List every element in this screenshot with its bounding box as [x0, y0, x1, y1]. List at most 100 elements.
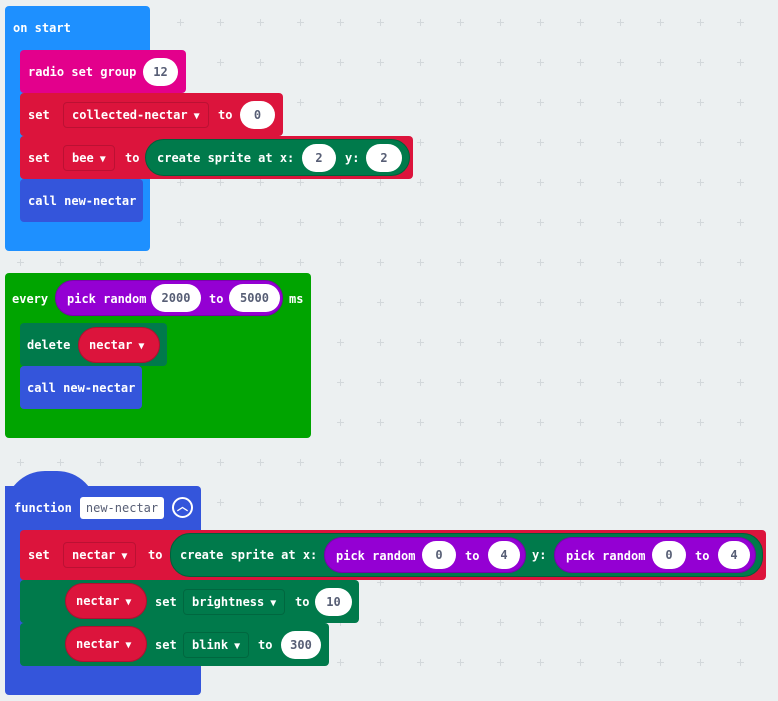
- grid-plus-icon: [337, 19, 344, 26]
- grid-plus-icon: [617, 459, 624, 466]
- grid-plus-icon: [97, 259, 104, 266]
- grid-plus-icon: [417, 299, 424, 306]
- x-max-input[interactable]: 4: [488, 541, 520, 569]
- grid-plus-icon: [577, 99, 584, 106]
- grid-plus-icon: [537, 419, 544, 426]
- pick-random-block[interactable]: pick random 2000 to 5000: [55, 280, 283, 316]
- grid-plus-icon: [377, 339, 384, 346]
- grid-plus-icon: [417, 659, 424, 666]
- grid-plus-icon: [297, 99, 304, 106]
- y-label: y:: [345, 151, 360, 165]
- grid-plus-icon: [297, 499, 304, 506]
- variable-dropdown[interactable]: nectar ▼: [63, 542, 137, 568]
- grid-plus-icon: [457, 299, 464, 306]
- variable-name: bee: [72, 151, 94, 165]
- grid-plus-icon: [577, 299, 584, 306]
- grid-plus-icon: [417, 259, 424, 266]
- nectar-variable-pill[interactable]: nectar ▼: [65, 626, 147, 662]
- grid-plus-icon: [257, 179, 264, 186]
- grid-plus-icon: [657, 379, 664, 386]
- grid-plus-icon: [537, 99, 544, 106]
- call-label: call new-nectar: [27, 381, 136, 395]
- grid-plus-icon: [457, 219, 464, 226]
- y-input[interactable]: 2: [366, 144, 402, 172]
- grid-plus-icon: [497, 339, 504, 346]
- grid-plus-icon: [537, 19, 544, 26]
- grid-plus-icon: [577, 659, 584, 666]
- grid-plus-icon: [537, 659, 544, 666]
- pick-random-y-block[interactable]: pick random 0 to 4: [554, 537, 756, 573]
- x-min-input[interactable]: 0: [422, 541, 456, 569]
- collapse-chevron-up-icon[interactable]: ︿: [172, 497, 193, 518]
- grid-plus-icon: [377, 659, 384, 666]
- variable-dropdown[interactable]: collected-nectar ▼: [63, 102, 209, 128]
- y-max-input[interactable]: 4: [718, 541, 750, 569]
- variable-dropdown[interactable]: bee ▼: [63, 145, 115, 171]
- grid-plus-icon: [377, 219, 384, 226]
- grid-plus-icon: [657, 499, 664, 506]
- grid-plus-icon: [617, 219, 624, 226]
- grid-plus-icon: [697, 219, 704, 226]
- nectar-variable-pill[interactable]: nectar ▼: [78, 327, 160, 363]
- grid-plus-icon: [497, 499, 504, 506]
- property-dropdown[interactable]: brightness ▼: [183, 589, 286, 615]
- grid-plus-icon: [657, 579, 664, 586]
- grid-plus-icon: [377, 579, 384, 586]
- blink-value-input[interactable]: 300: [281, 631, 321, 659]
- grid-plus-icon: [17, 459, 24, 466]
- grid-plus-icon: [457, 419, 464, 426]
- max-input[interactable]: 5000: [229, 284, 280, 312]
- grid-plus-icon: [497, 99, 504, 106]
- grid-plus-icon: [377, 59, 384, 66]
- set-collected-nectar-block[interactable]: set collected-nectar ▼ to 0: [20, 93, 283, 136]
- delete-nectar-block[interactable]: delete nectar ▼: [20, 323, 167, 366]
- grid-plus-icon: [377, 419, 384, 426]
- grid-plus-icon: [537, 579, 544, 586]
- grid-plus-icon: [457, 139, 464, 146]
- grid-plus-icon: [537, 139, 544, 146]
- grid-plus-icon: [497, 419, 504, 426]
- call-new-nectar-block[interactable]: call new-nectar: [20, 366, 142, 409]
- set-bee-block[interactable]: set bee ▼ to create sprite at x: 2 y: 2: [20, 136, 413, 179]
- create-sprite-block[interactable]: create sprite at x: pick random 0 to 4 y…: [170, 533, 763, 577]
- x-input[interactable]: 2: [302, 144, 336, 172]
- grid-plus-icon: [577, 59, 584, 66]
- grid-plus-icon: [737, 299, 744, 306]
- on-start-label: on start: [13, 21, 71, 35]
- grid-plus-icon: [577, 19, 584, 26]
- grid-plus-icon: [617, 99, 624, 106]
- grid-plus-icon: [457, 19, 464, 26]
- grid-plus-icon: [217, 19, 224, 26]
- radio-set-group-block[interactable]: radio set group 12: [20, 50, 186, 93]
- grid-plus-icon: [577, 339, 584, 346]
- pick-random-x-block[interactable]: pick random 0 to 4: [324, 537, 526, 573]
- brightness-value-input[interactable]: 10: [315, 588, 352, 616]
- grid-plus-icon: [737, 59, 744, 66]
- grid-plus-icon: [417, 59, 424, 66]
- min-input[interactable]: 2000: [151, 284, 201, 312]
- y-min-input[interactable]: 0: [652, 541, 686, 569]
- group-value[interactable]: 12: [143, 58, 178, 86]
- grid-plus-icon: [337, 99, 344, 106]
- grid-plus-icon: [577, 139, 584, 146]
- grid-plus-icon: [657, 659, 664, 666]
- grid-plus-icon: [617, 19, 624, 26]
- set-blink-block[interactable]: nectar ▼ set blink ▼ to 300: [20, 623, 329, 666]
- set-brightness-block[interactable]: nectar ▼ set brightness ▼ to 10: [20, 580, 359, 623]
- grid-plus-icon: [617, 619, 624, 626]
- set-nectar-block[interactable]: set nectar ▼ to create sprite at x: pick …: [20, 530, 766, 580]
- function-name-input[interactable]: new-nectar: [80, 497, 164, 519]
- value-input[interactable]: 0: [240, 101, 275, 129]
- grid-plus-icon: [537, 259, 544, 266]
- nectar-variable-pill[interactable]: nectar ▼: [65, 583, 147, 619]
- grid-plus-icon: [217, 179, 224, 186]
- grid-plus-icon: [497, 179, 504, 186]
- property-dropdown[interactable]: blink ▼: [183, 632, 250, 658]
- set-label: set: [155, 595, 177, 609]
- call-new-nectar-block[interactable]: call new-nectar: [20, 179, 143, 222]
- grid-plus-icon: [417, 459, 424, 466]
- create-sprite-block[interactable]: create sprite at x: 2 y: 2: [145, 139, 410, 176]
- grid-plus-icon: [657, 459, 664, 466]
- grid-plus-icon: [537, 499, 544, 506]
- grid-plus-icon: [497, 659, 504, 666]
